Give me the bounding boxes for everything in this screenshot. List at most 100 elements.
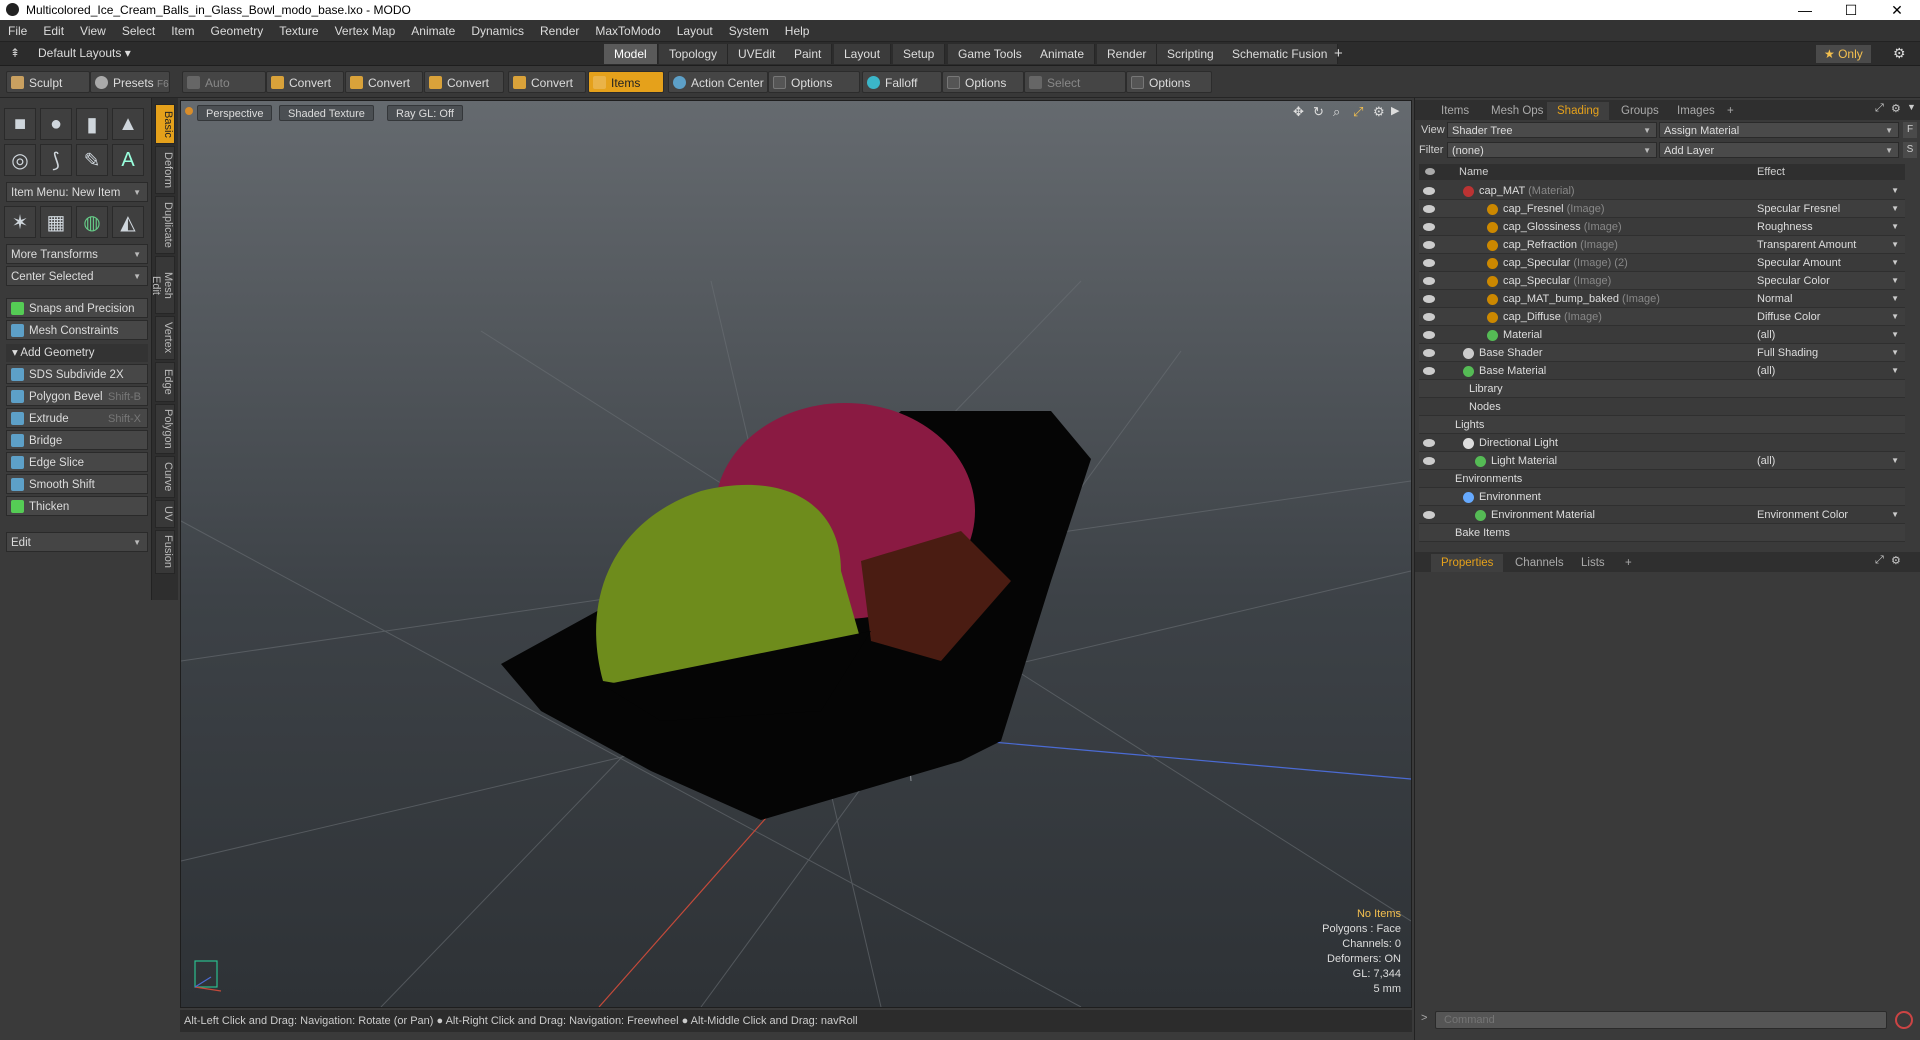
menu-layout[interactable]: Layout	[669, 24, 721, 38]
layout-menu-icon[interactable]: ⇞	[10, 46, 20, 60]
extrude-button[interactable]: Extrude Shift-X	[6, 408, 148, 428]
add-properties-tab-button[interactable]: +	[1615, 554, 1642, 572]
shader-tree-row[interactable]: cap_Refraction (Image) Transparent Amount…	[1419, 236, 1905, 254]
visibility-eye-icon[interactable]	[1423, 205, 1435, 213]
vtab-deform[interactable]: Deform	[155, 146, 175, 194]
item-menu-dropdown[interactable]: Item Menu: New Item	[6, 182, 148, 203]
convert-polygons-button[interactable]: Convert	[424, 71, 504, 93]
shader-tree-row[interactable]: cap_Fresnel (Image) Specular Fresnel ▼	[1419, 200, 1905, 218]
menu-help[interactable]: Help	[777, 24, 818, 38]
tube-icon[interactable]: ⟆	[40, 144, 72, 176]
shader-tree-row[interactable]: Directional Light	[1419, 434, 1905, 452]
layer-effect[interactable]: Diffuse Color	[1757, 308, 1820, 326]
shader-tree-row[interactable]: Lights	[1419, 416, 1905, 434]
more-transforms-dropdown[interactable]: More Transforms	[6, 244, 148, 265]
tab-animate[interactable]: Animate	[1030, 44, 1096, 64]
name-column-header[interactable]: Name	[1459, 164, 1488, 180]
convert-edges-button[interactable]: Convert	[345, 71, 423, 93]
tab-scripting[interactable]: Scripting	[1157, 44, 1225, 64]
falloff-button[interactable]: Falloff	[862, 71, 942, 93]
tab-shading[interactable]: Shading	[1547, 102, 1610, 120]
layer-effect[interactable]: Transparent Amount	[1757, 236, 1856, 254]
minimize-button[interactable]: —	[1782, 0, 1828, 20]
text-icon[interactable]: A	[112, 144, 144, 176]
3d-viewport[interactable]: Perspective Shaded Texture Ray GL: Off ✥…	[180, 100, 1412, 1008]
effect-dropdown-icon[interactable]: ▼	[1891, 344, 1899, 362]
expand-panel-icon[interactable]: ⤢	[1875, 554, 1884, 567]
shader-tree-row[interactable]: Environment Material Environment Color ▼	[1419, 506, 1905, 524]
layer-effect[interactable]: Full Shading	[1757, 344, 1818, 362]
visibility-eye-icon[interactable]	[1423, 511, 1435, 519]
vtab-duplicate[interactable]: Duplicate	[155, 196, 175, 254]
falloff-options-button[interactable]: Options	[942, 71, 1024, 93]
shader-tree-row[interactable]: cap_Diffuse (Image) Diffuse Color ▼	[1419, 308, 1905, 326]
visibility-eye-icon[interactable]	[1423, 295, 1435, 303]
view-dropdown[interactable]: Shader Tree	[1447, 122, 1657, 139]
tab-items[interactable]: Items	[1431, 102, 1479, 120]
bridge-button[interactable]: Bridge	[6, 430, 148, 450]
edge-slice-button[interactable]: Edge Slice	[6, 452, 148, 472]
expand-panel-icon[interactable]: ⤢	[1875, 102, 1884, 115]
menu-edit[interactable]: Edit	[35, 24, 72, 38]
maximize-button[interactable]: ☐	[1828, 0, 1874, 20]
visibility-eye-icon[interactable]	[1423, 277, 1435, 285]
layer-effect[interactable]: Environment Color	[1757, 506, 1848, 524]
vtab-curve[interactable]: Curve	[155, 456, 175, 498]
layer-effect[interactable]: Roughness	[1757, 218, 1813, 236]
effect-dropdown-icon[interactable]: ▼	[1891, 218, 1899, 236]
layer-effect[interactable]: Normal	[1757, 290, 1792, 308]
layer-effect[interactable]: Specular Color	[1757, 272, 1830, 290]
grid-icon[interactable]: ▦	[40, 206, 72, 238]
effect-dropdown-icon[interactable]: ▼	[1891, 362, 1899, 380]
shader-tree-row[interactable]: Nodes	[1419, 398, 1905, 416]
convert-vertices-button[interactable]: Convert	[266, 71, 344, 93]
effect-dropdown-icon[interactable]: ▼	[1891, 308, 1899, 326]
menu-file[interactable]: File	[0, 24, 35, 38]
sculpt-button[interactable]: Sculpt	[6, 71, 90, 93]
only-toggle[interactable]: ★ Only	[1816, 45, 1871, 63]
visibility-eye-icon[interactable]	[1423, 331, 1435, 339]
menu-system[interactable]: System	[721, 24, 777, 38]
transform-icon[interactable]: ✶	[4, 206, 36, 238]
add-panel-tab-button[interactable]: +	[1717, 102, 1744, 120]
shader-tree-row[interactable]: Material (all) ▼	[1419, 326, 1905, 344]
cone-icon[interactable]: ▲	[112, 108, 144, 140]
torus-icon[interactable]: ◎	[4, 144, 36, 176]
menu-texture[interactable]: Texture	[271, 24, 326, 38]
menu-view[interactable]: View	[72, 24, 114, 38]
tab-render[interactable]: Render	[1097, 44, 1158, 64]
visibility-eye-icon[interactable]	[1423, 223, 1435, 231]
effect-dropdown-icon[interactable]: ▼	[1891, 254, 1899, 272]
select-through-options-button[interactable]: Options	[1126, 71, 1212, 93]
layer-effect[interactable]: Specular Amount	[1757, 254, 1841, 272]
gear-icon[interactable]: ⚙	[1893, 45, 1906, 62]
effect-column-header[interactable]: Effect	[1757, 164, 1785, 180]
select-through-button[interactable]: Select Through	[1024, 71, 1126, 112]
command-input[interactable]	[1435, 1011, 1887, 1029]
vtab-uv[interactable]: UV	[155, 500, 175, 528]
effect-dropdown-icon[interactable]: ▼	[1891, 506, 1899, 524]
visibility-eye-icon[interactable]	[1423, 439, 1435, 447]
shader-tree-row[interactable]: Base Shader Full Shading ▼	[1419, 344, 1905, 362]
tab-uvedit[interactable]: UVEdit	[728, 44, 787, 64]
vtab-mesh-edit[interactable]: Mesh Edit	[150, 256, 175, 314]
cube-icon[interactable]: ■	[4, 108, 36, 140]
f-button[interactable]: F	[1903, 122, 1917, 138]
tab-topology[interactable]: Topology	[659, 44, 729, 64]
tab-layout[interactable]: Layout	[834, 44, 892, 64]
thicken-button[interactable]: Thicken	[6, 496, 148, 516]
tab-paint[interactable]: Paint	[784, 44, 833, 64]
center-selected-dropdown[interactable]: Center Selected	[6, 266, 148, 287]
presets-button[interactable]: Presets F6	[90, 71, 170, 93]
sds-subdivide-button[interactable]: SDS Subdivide 2X	[6, 364, 148, 384]
action-center-options-button[interactable]: Options	[768, 71, 860, 93]
shader-tree-row[interactable]: cap_Specular (Image) Specular Color ▼	[1419, 272, 1905, 290]
vtab-edge[interactable]: Edge	[155, 362, 175, 402]
smooth-shift-button[interactable]: Smooth Shift	[6, 474, 148, 494]
effect-dropdown-icon[interactable]: ▼	[1891, 236, 1899, 254]
polygon-bevel-button[interactable]: Polygon Bevel Shift-B	[6, 386, 148, 406]
shader-tree-row[interactable]: cap_MAT_bump_baked (Image) Normal ▼	[1419, 290, 1905, 308]
visibility-eye-icon[interactable]	[1423, 457, 1435, 465]
add-layer-dropdown[interactable]: Add Layer	[1659, 142, 1899, 159]
action-center-button[interactable]: Action Center	[668, 71, 768, 93]
